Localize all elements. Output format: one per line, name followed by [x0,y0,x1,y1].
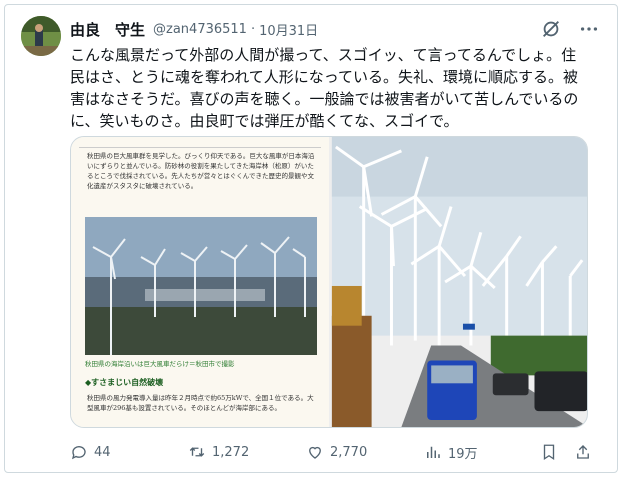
reply-count: 44 [94,444,111,460]
separator-dot: · [250,21,256,37]
clipping-top-rule [79,141,321,148]
more-options-icon[interactable] [578,18,600,40]
views-button[interactable]: 19万 [424,440,478,464]
user-handle[interactable]: @zan4736511 [153,22,247,37]
post-date[interactable]: 10月31日 [259,20,318,39]
share-icon [577,445,589,459]
views-icon [427,446,440,458]
clipping-paragraph-2: 秋田県の風力発電導入量は昨年２月時点で約65万kWで、全国１位である。大型風車が… [87,394,314,412]
clipping-paragraph-1: 秋田県の巨大風車群を見学した。びっくり仰天である。巨大な風車が日本海沿いにずらり… [87,152,315,190]
photo-caption: 秋田県の海岸沿いは巨大風車だらけ＝秋田市で撮影 [85,360,235,368]
bookmark-button[interactable] [540,440,564,464]
display-name[interactable]: 由良 守生 [70,19,145,40]
avatar-image [21,16,61,56]
clipping-subheading: ◆すさまじい自然破壊 [85,378,164,387]
view-count: 19万 [448,446,478,462]
tweet-text: こんな風景だって外部の人間が撮って、スゴイッ、て言ってるんでしょ。住民はさ、とう… [70,46,579,130]
newspaper-clipping-image[interactable]: 秋田県の巨大風車群を見学した。びっくり仰天である。巨大な風車が日本海沿いにずらり… [71,137,329,427]
retweet-count: 1,272 [212,444,250,460]
tweet-header: 由良 守生 @zan4736511 · 10月31日 [70,18,318,40]
like-button[interactable]: 2,770 [306,440,367,464]
grok-icon[interactable] [540,18,562,40]
avatar[interactable] [21,16,61,56]
bookmark-icon [543,444,555,461]
wind-farm-road-photo[interactable] [331,137,588,427]
share-button[interactable] [574,440,598,464]
reply-icon [71,446,86,460]
retweet-icon [189,447,205,457]
reply-button[interactable]: 44 [70,440,111,464]
retweet-button[interactable]: 1,272 [188,440,249,464]
heart-icon [309,446,321,459]
media-grid[interactable]: 秋田県の巨大風車群を見学した。びっくり仰天である。巨大な風車が日本海沿いにずらり… [70,136,588,428]
like-count: 2,770 [330,444,368,460]
wind-turbines-photo [85,217,317,355]
tweet-actions: 44 1,272 2,770 19万 [70,440,600,464]
